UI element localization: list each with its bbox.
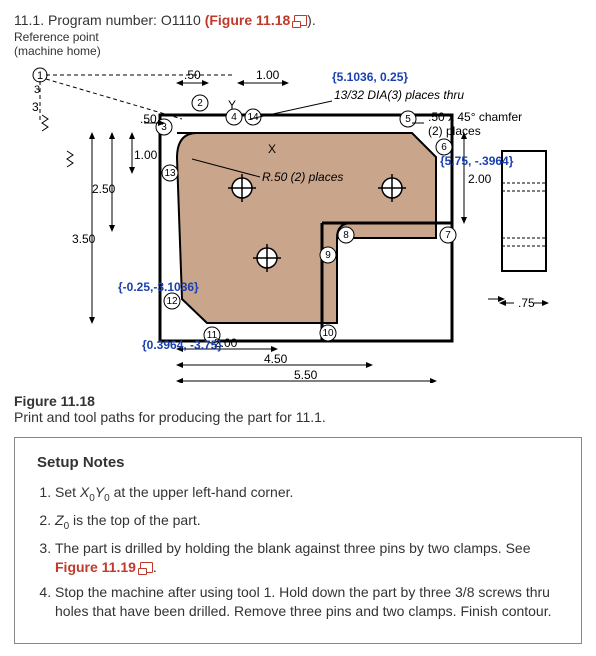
page-header: 11.1. Program number: O1110 (Figure 11.1… (14, 12, 582, 28)
svg-text:5: 5 (405, 114, 411, 125)
svg-text:5.50: 5.50 (294, 368, 318, 382)
setup-notes-heading: Setup Notes (37, 454, 563, 471)
svg-text:4: 4 (231, 112, 237, 123)
note-item-2: Z0 is the top of the part. (55, 511, 563, 533)
figure-reference[interactable]: (Figure 11.18 (205, 12, 307, 28)
svg-text:10: 10 (322, 328, 334, 339)
note-item-4: Stop the machine after using tool 1. Hol… (55, 583, 563, 621)
figure-caption-title: Figure 11.18 (14, 393, 582, 409)
reference-point-label: Reference point (machine home) (14, 30, 582, 59)
svg-text:2.00: 2.00 (468, 172, 492, 186)
svg-text:3: 3 (32, 100, 39, 114)
setup-notes-box: Setup Notes Set X0Y0 at the upper left-h… (14, 437, 582, 644)
svg-text:1: 1 (37, 70, 43, 82)
program-value: O1110 (161, 12, 201, 28)
svg-text:.50: .50 (184, 68, 201, 82)
svg-text:2.50: 2.50 (92, 182, 116, 196)
svg-text:{0.3964, -3.75}: {0.3964, -3.75} (142, 338, 222, 352)
svg-text:4.50: 4.50 (264, 352, 288, 366)
popup-icon[interactable] (294, 15, 307, 26)
figure-reference-2[interactable]: Figure 11.19 (55, 559, 153, 575)
svg-text:R.50 (2) places: R.50 (2) places (262, 170, 343, 184)
side-view: .75 (488, 151, 548, 310)
svg-text:.75: .75 (518, 296, 535, 310)
svg-text:12: 12 (166, 296, 178, 307)
svg-text:8: 8 (343, 230, 349, 241)
note-item-1: Set X0Y0 at the upper left-hand corner. (55, 483, 563, 505)
svg-text:13/32 DIA(3) places thru: 13/32 DIA(3) places thru (334, 88, 464, 102)
svg-text:13: 13 (164, 168, 176, 179)
svg-text:X: X (268, 142, 276, 156)
svg-text:3: 3 (161, 122, 167, 133)
svg-text:2: 2 (197, 98, 203, 109)
note-item-3: The part is drilled by holding the blank… (55, 539, 563, 577)
figure-caption-text: Print and tool paths for producing the p… (14, 409, 582, 425)
figure-11-18: 1 3 .75 2 3 4 14 5 6 7 8 9 (32, 63, 572, 383)
svg-text:Y: Y (228, 98, 236, 112)
svg-text:3.50: 3.50 (72, 232, 96, 246)
part-outline (177, 133, 436, 323)
svg-text:{-0.25,-3.1036}: {-0.25,-3.1036} (118, 280, 199, 294)
svg-text:{5.75, -.3964}: {5.75, -.3964} (440, 154, 514, 168)
svg-text:.50 x 45° chamfer: .50 x 45° chamfer (428, 110, 522, 124)
svg-text:.50: .50 (140, 112, 157, 126)
svg-text:{5.1036, 0.25}: {5.1036, 0.25} (332, 70, 408, 84)
svg-text:9: 9 (325, 250, 331, 261)
section-number: 11.1. (14, 12, 44, 28)
svg-text:1.00: 1.00 (134, 148, 158, 162)
program-label: Program number: (48, 12, 157, 28)
svg-text:6: 6 (441, 142, 447, 153)
svg-text:3: 3 (34, 84, 40, 96)
svg-text:7: 7 (445, 230, 451, 241)
svg-text:1.00: 1.00 (256, 68, 280, 82)
svg-text:(2) places: (2) places (428, 124, 481, 138)
popup-icon[interactable] (140, 562, 153, 573)
